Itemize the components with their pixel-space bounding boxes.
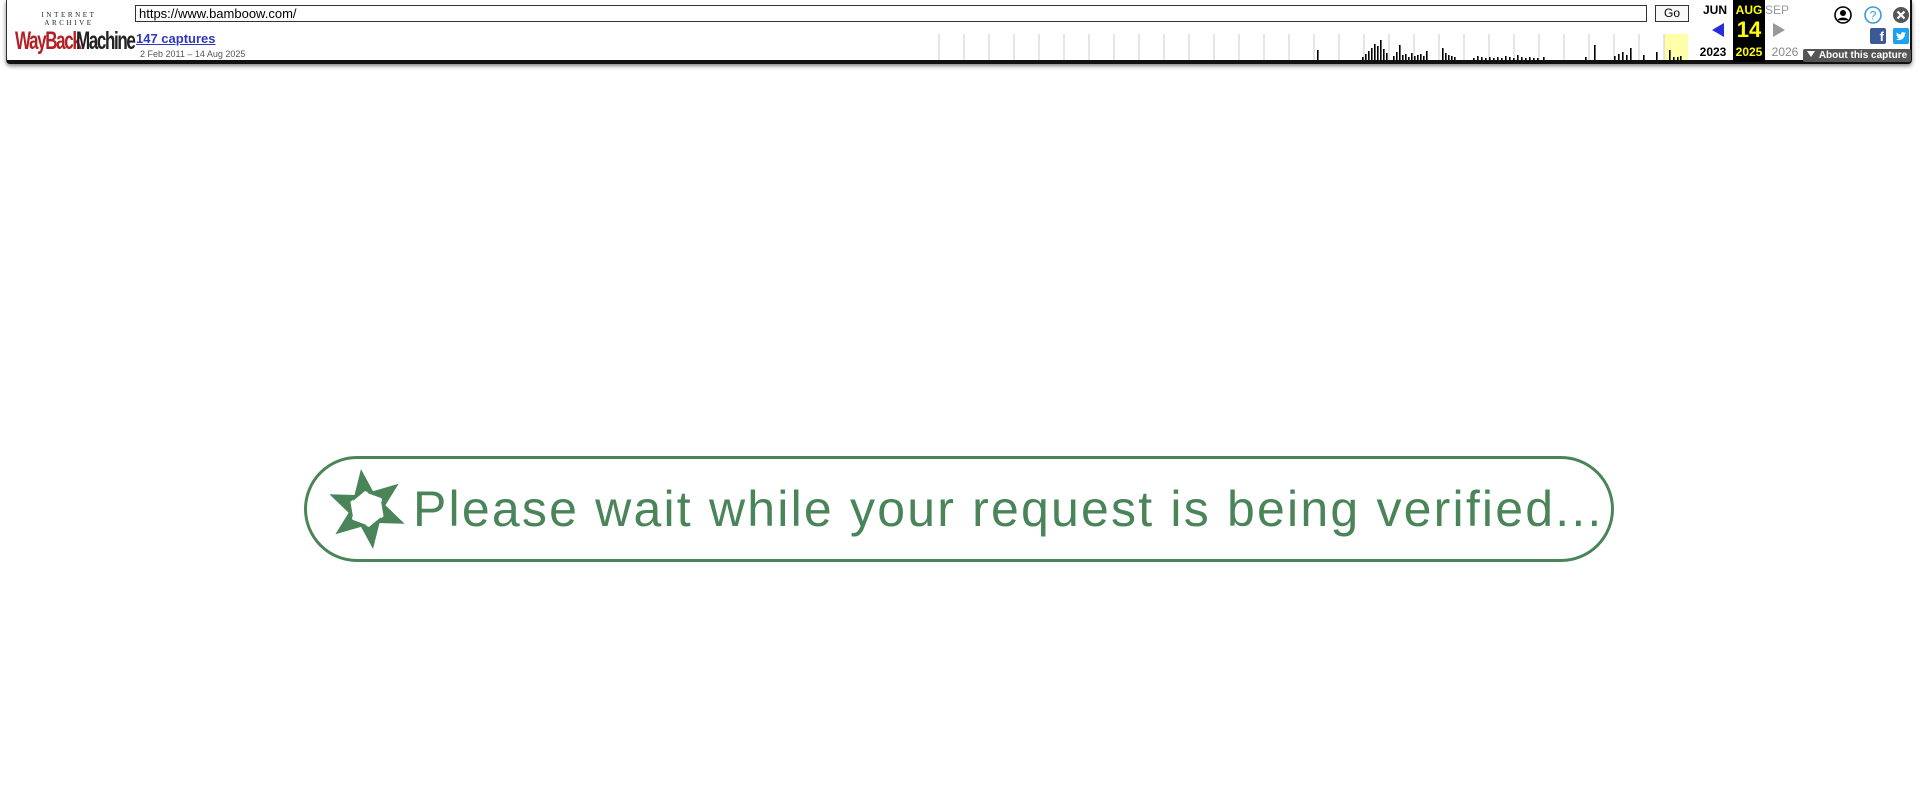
logo-word-wayback: WayBack xyxy=(15,27,82,55)
wayback-toolbar: INTERNET ARCHIVE WayBack Machine Go 147 … xyxy=(6,0,1912,64)
sparkline-bar xyxy=(1626,55,1628,60)
sparkline-bar xyxy=(1680,56,1682,60)
prev-year-link[interactable]: 2023 xyxy=(1695,45,1731,59)
svg-text:?: ? xyxy=(1870,9,1877,23)
next-year: 2026 xyxy=(1771,45,1799,59)
help-icon[interactable]: ? xyxy=(1864,6,1882,24)
sparkline-bar xyxy=(1448,55,1450,60)
sparkline-bar xyxy=(1402,55,1404,60)
arrow-left-icon[interactable] xyxy=(1712,23,1724,37)
chevron-down-icon xyxy=(1806,51,1815,57)
about-capture-button[interactable]: About this capture xyxy=(1803,49,1911,62)
sparkline-bar xyxy=(1365,54,1367,60)
sparkline-bar xyxy=(1618,54,1620,60)
sparkline-bar xyxy=(1454,57,1456,60)
sparkline-bar xyxy=(1411,53,1413,60)
sparkline-bar xyxy=(1513,58,1515,60)
next-month: SEP xyxy=(1765,3,1790,17)
sparkline-bar xyxy=(1594,45,1596,60)
current-year: 2025 xyxy=(1735,45,1763,59)
capture-sparkline[interactable] xyxy=(937,30,1689,60)
captures-date-range: 2 Feb 2011 – 14 Aug 2025 xyxy=(140,49,246,59)
sparkline-bar xyxy=(1630,48,1632,60)
sparkline-bar xyxy=(1417,55,1419,60)
sparkline-bar xyxy=(1414,56,1416,60)
sparkline-bar xyxy=(1533,58,1535,60)
sparkline-bar xyxy=(1521,57,1523,60)
sparkline-bar xyxy=(1362,57,1364,60)
arrow-right-icon xyxy=(1773,23,1785,37)
sparkline-bar xyxy=(1445,53,1447,60)
about-capture-label: About this capture xyxy=(1818,50,1908,61)
sparkline-bar xyxy=(1442,48,1444,60)
go-button[interactable]: Go xyxy=(1655,5,1689,22)
sparkline-bar xyxy=(1643,55,1645,60)
captures-link[interactable]: 147 captures xyxy=(136,31,216,46)
sparkline-bar xyxy=(1537,58,1539,60)
sparkline-bar xyxy=(1396,52,1398,60)
sparkline-bar xyxy=(1393,56,1395,60)
twitter-icon[interactable] xyxy=(1893,28,1909,44)
sparkline-bar xyxy=(1368,51,1370,60)
sparkline-bar xyxy=(1377,46,1379,60)
spinner-icon xyxy=(325,469,409,549)
logo-word-machine: Machine xyxy=(76,27,136,55)
verification-banner: Please wait while your request is being … xyxy=(304,456,1614,562)
sparkline-bar xyxy=(1405,54,1407,60)
sparkline-current-year-highlight xyxy=(1664,34,1688,60)
sparkline-bar xyxy=(1317,50,1319,60)
sparkline-bar xyxy=(1423,56,1425,60)
sparkline-bar xyxy=(1420,54,1422,60)
sparkline-bar xyxy=(1505,56,1507,60)
sparkline-bar xyxy=(1585,57,1587,60)
sparkline-bar xyxy=(1374,44,1376,60)
logo-top-text: INTERNET ARCHIVE xyxy=(41,11,97,27)
sparkline-bar xyxy=(1656,52,1658,60)
sparkline-bar xyxy=(1408,57,1410,60)
sparkline-bar xyxy=(1529,57,1531,60)
logo-wordmark: WayBack Machine xyxy=(15,27,136,55)
user-icon[interactable] xyxy=(1834,6,1852,24)
sparkline-bar xyxy=(1489,57,1491,60)
sparkline-bar xyxy=(1383,49,1385,60)
sparkline-bar xyxy=(1543,57,1545,60)
sparkline-bar xyxy=(1371,48,1373,60)
sparkline-bar xyxy=(1509,57,1511,60)
sparkline-bar xyxy=(1517,55,1519,60)
sparkline-bar xyxy=(1497,57,1499,60)
sparkline-bar xyxy=(1677,57,1679,60)
sparkline-bar xyxy=(1426,51,1428,60)
url-input[interactable] xyxy=(135,5,1647,22)
sparkline-bar xyxy=(1493,58,1495,60)
facebook-icon[interactable]: f xyxy=(1870,28,1886,44)
sparkline-bar xyxy=(1477,56,1479,60)
sparkline-bar xyxy=(1451,56,1453,60)
verification-message: Please wait while your request is being … xyxy=(413,481,1604,537)
sparkline-bar xyxy=(1481,57,1483,60)
sparkline-bar xyxy=(1485,58,1487,60)
sparkline-bar xyxy=(1399,45,1401,60)
sparkline-bar xyxy=(1501,58,1503,60)
sparkline-bar xyxy=(1386,53,1388,60)
wayback-logo[interactable]: INTERNET ARCHIVE WayBack Machine xyxy=(15,8,136,55)
sparkline-bar xyxy=(1673,57,1675,60)
prev-month-link[interactable]: JUN xyxy=(1699,3,1731,17)
sparkline-bar xyxy=(1473,58,1475,60)
sparkline-bar xyxy=(1622,52,1624,60)
sparkline-bar xyxy=(1614,56,1616,60)
sparkline-bar xyxy=(1525,58,1527,60)
sparkline-bar xyxy=(1380,40,1382,60)
current-day: 14 xyxy=(1736,17,1762,42)
sparkline-bar xyxy=(1669,50,1671,60)
close-icon[interactable] xyxy=(1892,6,1910,24)
